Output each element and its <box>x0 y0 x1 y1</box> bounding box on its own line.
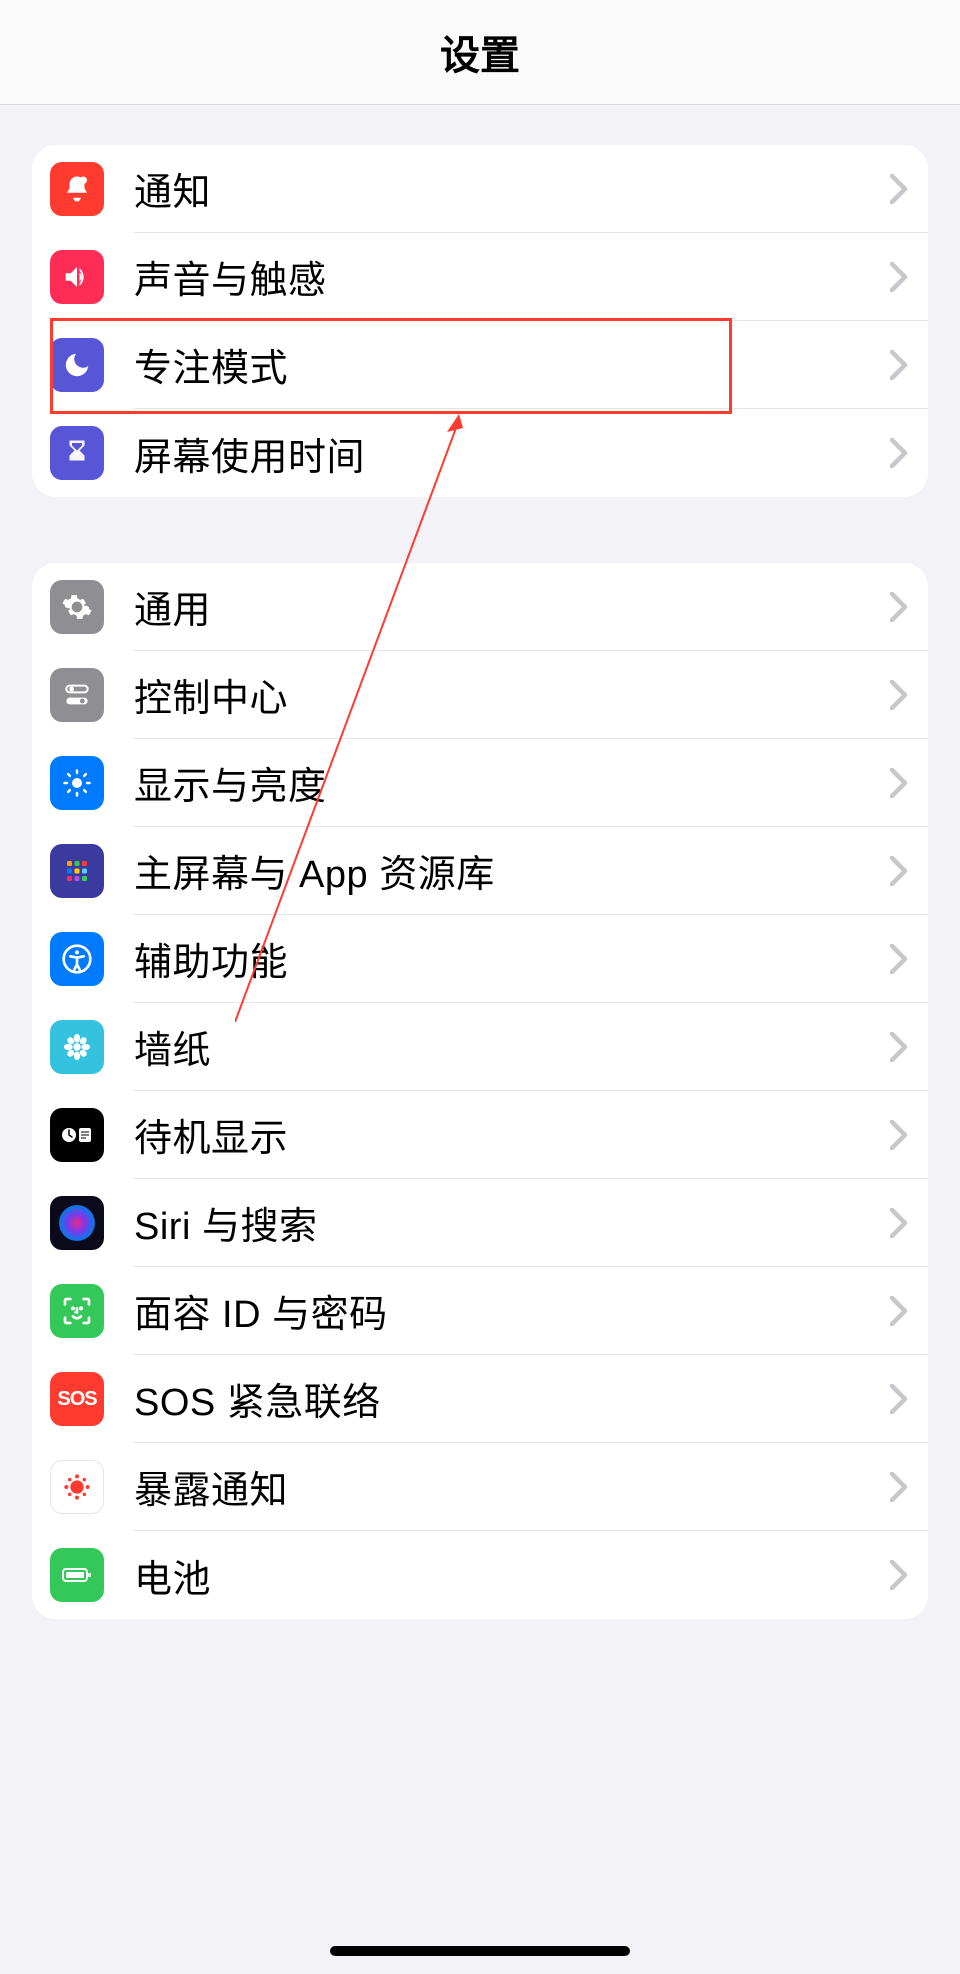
chevron-right-icon <box>890 1032 908 1062</box>
sos-icon: SOS <box>50 1372 104 1426</box>
row-sounds[interactable]: 声音与触感 <box>32 233 928 321</box>
apps-icon <box>50 844 104 898</box>
page-title: 设置 <box>440 23 520 81</box>
sun-icon <box>50 756 104 810</box>
row-label: 屏幕使用时间 <box>134 426 890 481</box>
row-exposure-notification[interactable]: 暴露通知 <box>32 1443 928 1531</box>
chevron-right-icon <box>890 944 908 974</box>
chevron-right-icon <box>890 768 908 798</box>
home-indicator[interactable] <box>330 1946 630 1956</box>
row-label: SOS 紧急联络 <box>134 1371 890 1426</box>
row-label: 辅助功能 <box>134 931 890 986</box>
row-label: 显示与亮度 <box>134 755 890 810</box>
hourglass-icon <box>50 426 104 480</box>
chevron-right-icon <box>890 1296 908 1326</box>
row-screen-time[interactable]: 屏幕使用时间 <box>32 409 928 497</box>
chevron-right-icon <box>890 1472 908 1502</box>
row-wallpaper[interactable]: 墙纸 <box>32 1003 928 1091</box>
row-label: 电池 <box>134 1548 890 1603</box>
row-siri-search[interactable]: Siri 与搜索 <box>32 1179 928 1267</box>
toggles-icon <box>50 668 104 722</box>
row-label: 待机显示 <box>134 1107 890 1162</box>
header: 设置 <box>0 0 960 105</box>
gear-icon <box>50 580 104 634</box>
settings-group-2: 通用 控制中心 显示与亮度 <box>32 563 928 1619</box>
row-battery[interactable]: 电池 <box>32 1531 928 1619</box>
row-label: 专注模式 <box>134 337 890 392</box>
moon-icon <box>50 338 104 392</box>
row-focus[interactable]: 专注模式 <box>32 321 928 409</box>
chevron-right-icon <box>890 1208 908 1238</box>
chevron-right-icon <box>890 350 908 380</box>
row-label: 通知 <box>134 161 890 216</box>
row-faceid-passcode[interactable]: 面容 ID 与密码 <box>32 1267 928 1355</box>
row-label: 暴露通知 <box>134 1459 890 1514</box>
accessibility-icon <box>50 932 104 986</box>
siri-icon <box>50 1196 104 1250</box>
row-home-screen[interactable]: 主屏幕与 App 资源库 <box>32 827 928 915</box>
standby-icon <box>50 1108 104 1162</box>
settings-group-1: 通知 声音与触感 专注模式 <box>32 145 928 497</box>
exposure-icon <box>50 1460 104 1514</box>
row-label: 面容 ID 与密码 <box>134 1283 890 1338</box>
chevron-right-icon <box>890 1384 908 1414</box>
bell-icon <box>50 162 104 216</box>
row-control-center[interactable]: 控制中心 <box>32 651 928 739</box>
row-accessibility[interactable]: 辅助功能 <box>32 915 928 1003</box>
flower-icon <box>50 1020 104 1074</box>
chevron-right-icon <box>890 856 908 886</box>
chevron-right-icon <box>890 1560 908 1590</box>
row-display-brightness[interactable]: 显示与亮度 <box>32 739 928 827</box>
chevron-right-icon <box>890 1120 908 1150</box>
chevron-right-icon <box>890 438 908 468</box>
chevron-right-icon <box>890 680 908 710</box>
speaker-icon <box>50 250 104 304</box>
row-general[interactable]: 通用 <box>32 563 928 651</box>
row-sos[interactable]: SOS SOS 紧急联络 <box>32 1355 928 1443</box>
row-label: 声音与触感 <box>134 249 890 304</box>
row-label: 主屏幕与 App 资源库 <box>134 843 890 898</box>
row-notifications[interactable]: 通知 <box>32 145 928 233</box>
row-label: 控制中心 <box>134 667 890 722</box>
battery-icon <box>50 1548 104 1602</box>
row-standby[interactable]: 待机显示 <box>32 1091 928 1179</box>
chevron-right-icon <box>890 592 908 622</box>
row-label: 通用 <box>134 579 890 634</box>
chevron-right-icon <box>890 174 908 204</box>
faceid-icon <box>50 1284 104 1338</box>
row-label: 墙纸 <box>134 1019 890 1074</box>
chevron-right-icon <box>890 262 908 292</box>
row-label: Siri 与搜索 <box>134 1195 890 1250</box>
settings-content: 通知 声音与触感 专注模式 <box>0 105 960 1619</box>
